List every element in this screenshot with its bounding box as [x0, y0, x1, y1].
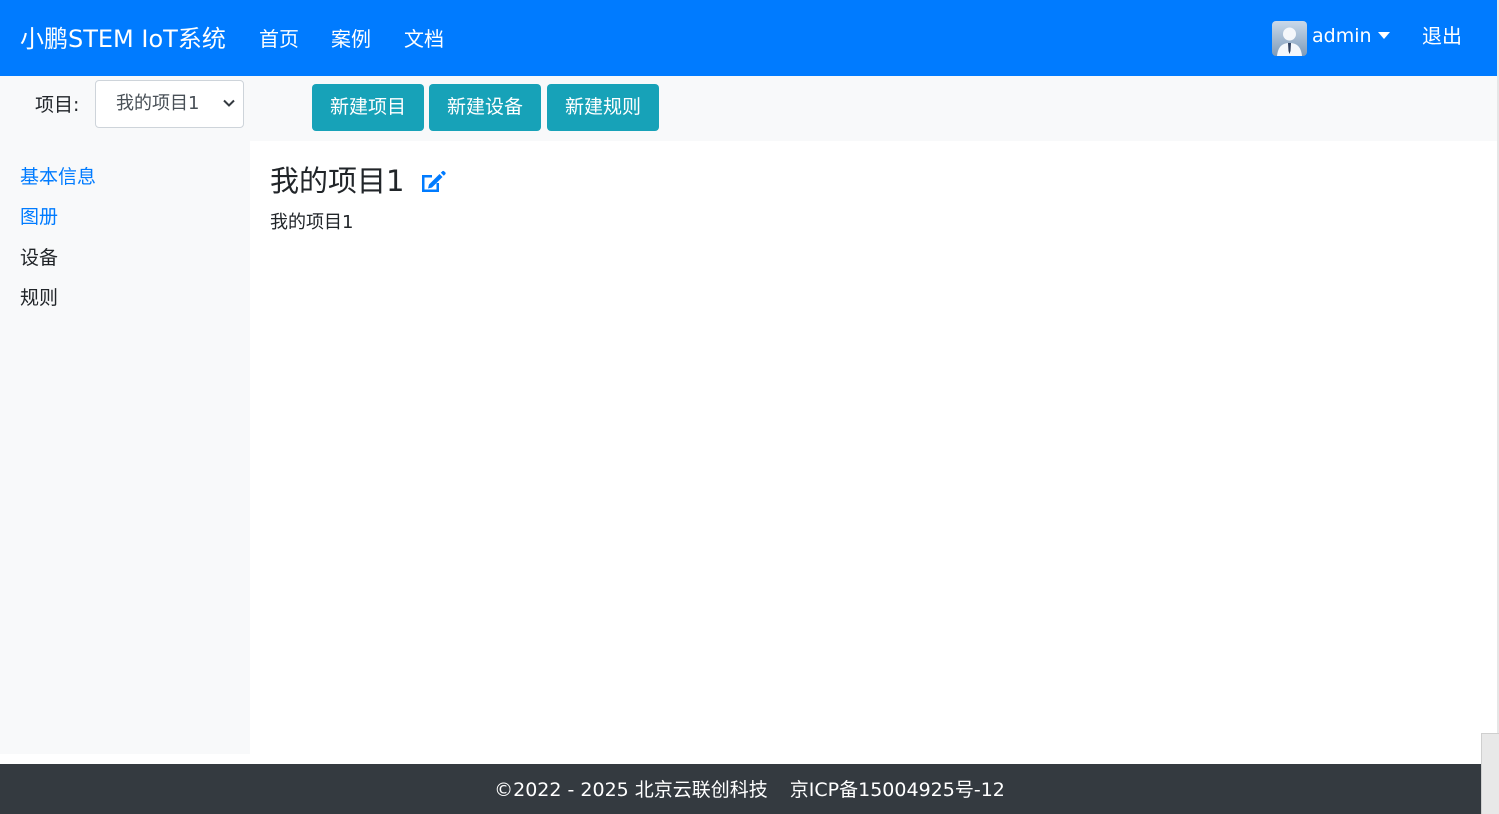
- top-navbar: 小鹏STEM IoT系统 首页 案例 文档 admin 退出: [0, 0, 1497, 76]
- user-menu-name[interactable]: admin: [1312, 23, 1372, 49]
- project-description: 我的项目1: [270, 212, 354, 233]
- new-device-button[interactable]: 新建设备: [429, 84, 541, 131]
- new-rule-button[interactable]: 新建规则: [547, 84, 659, 131]
- scrollbar-thumb[interactable]: [1481, 733, 1499, 814]
- caret-down-icon[interactable]: [1378, 32, 1390, 39]
- footer-text: ©2022 - 2025 北京云联创科技 京ICP备15004925号-12: [0, 776, 1499, 804]
- chevron-down-icon: [223, 99, 235, 107]
- footer-copyright: ©2022 - 2025 北京云联创科技: [494, 779, 768, 801]
- nav-link-home[interactable]: 首页: [259, 25, 299, 53]
- nav-link-docs[interactable]: 文档: [404, 25, 444, 53]
- page-title: 我的项目1: [270, 164, 405, 198]
- user-avatar-icon[interactable]: [1272, 21, 1307, 56]
- project-select-value: 我的项目1: [116, 93, 200, 114]
- new-project-button[interactable]: 新建项目: [312, 84, 424, 131]
- logout-link[interactable]: 退出: [1422, 23, 1462, 49]
- nav-link-cases[interactable]: 案例: [331, 25, 371, 53]
- sidebar-item-devices[interactable]: 设备: [20, 245, 58, 271]
- footer-icp-link[interactable]: 京ICP备15004925号-12: [790, 779, 1005, 801]
- sidebar: [0, 141, 250, 754]
- sidebar-item-album[interactable]: 图册: [20, 204, 58, 230]
- project-label: 项目:: [35, 94, 80, 116]
- sidebar-item-rules[interactable]: 规则: [20, 285, 58, 311]
- project-select[interactable]: 我的项目1: [95, 80, 244, 128]
- sidebar-item-basic-info[interactable]: 基本信息: [20, 164, 96, 190]
- edit-icon[interactable]: [419, 169, 446, 194]
- brand-title[interactable]: 小鹏STEM IoT系统: [20, 22, 226, 56]
